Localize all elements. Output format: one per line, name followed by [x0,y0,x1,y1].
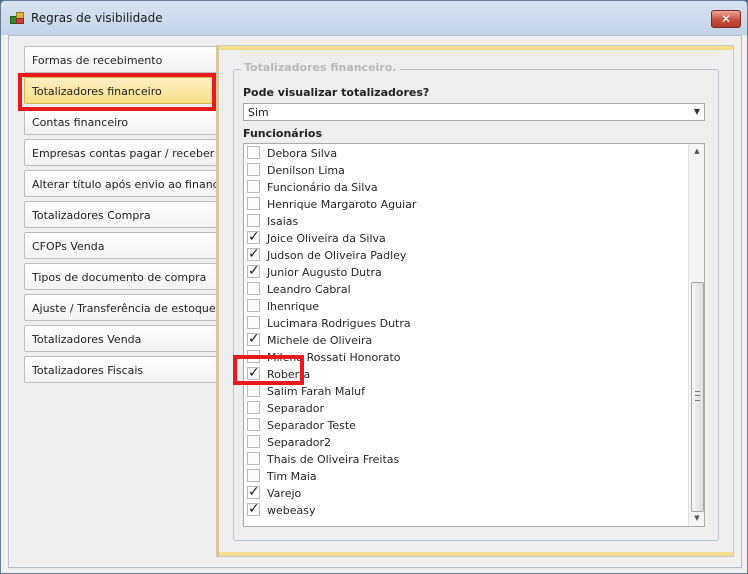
nav-item[interactable]: Formas de recebimento [24,46,221,73]
checkbox[interactable] [247,350,260,363]
employee-list-item[interactable]: Denilson Lima [244,162,684,179]
employees-checklist[interactable]: Debora Silva Denilson Lima Funcionário da … [243,143,705,527]
employee-list-item[interactable]: ✓ Junior Augusto Dutra [244,264,684,281]
vertical-scrollbar[interactable]: ▲ ▼ [688,144,704,526]
employee-list-item[interactable]: Funcionário da Silva [244,179,684,196]
employee-list-item[interactable]: Salim Farah Maluf [244,383,684,400]
employee-list-item[interactable]: ✓ Roberta [244,366,684,383]
checkbox[interactable] [247,214,260,227]
chevron-down-icon[interactable]: ▼ [694,107,700,116]
grip-icon [695,391,700,401]
employee-name: Salim Farah Maluf [267,385,365,398]
employee-list-item[interactable]: Henrique Margaroto Aguiar [244,196,684,213]
employee-name: Michele de Oliveira [267,334,373,347]
employee-list-item[interactable]: Lucimara Rodrigues Dutra [244,315,684,332]
employee-name: Judson de Oliveira Padley [267,249,407,262]
employees-label: Funcionários [243,127,323,140]
settings-panel: Totalizadores financeiro. Pode visualiza… [216,45,734,557]
employee-name: Separador [267,402,324,415]
dialog-window: Regras de visibilidade ✕ Formas de receb… [0,0,748,574]
checkbox[interactable] [247,418,260,431]
combo-value: Sim [248,106,269,119]
checkbox[interactable]: ✓ [247,230,260,244]
checkbox[interactable] [247,316,260,329]
checkbox[interactable] [247,401,260,414]
employee-list-item[interactable]: ✓ webeasy [244,502,684,519]
employee-name: Varejo [267,487,302,500]
employee-list-item[interactable]: ✓ Joice Oliveira da Silva [244,230,684,247]
group-title: Totalizadores financeiro. [241,61,400,74]
checkbox[interactable] [247,435,260,448]
nav-item[interactable]: Contas financeiro [24,108,221,135]
employee-list-item[interactable]: Separador [244,400,684,417]
employee-name: Henrique Margaroto Aguiar [267,198,417,211]
employee-list-item[interactable]: lhenrique [244,298,684,315]
employee-name: Debora Silva [267,147,338,160]
employee-name: Separador Teste [267,419,356,432]
app-icon [10,12,24,24]
employee-list-item[interactable]: Debora Silva [244,145,684,162]
scroll-up-icon[interactable]: ▲ [689,144,704,159]
employee-list-item[interactable]: Isaias [244,213,684,230]
employee-name: Tim Maia [267,470,317,483]
visualize-totals-select[interactable]: Sim ▼ [243,103,705,121]
checkbox[interactable]: ✓ [247,366,260,380]
employee-list-item[interactable]: Leandro Cabral [244,281,684,298]
nav-item[interactable]: Alterar título após envio ao financeiro [24,170,240,197]
employee-list-item[interactable]: Separador Teste [244,417,684,434]
checkbox[interactable] [247,197,260,210]
checkbox[interactable]: ✓ [247,247,260,261]
checkbox[interactable] [247,282,260,295]
employee-list-item[interactable]: Separador2 [244,434,684,451]
nav-item[interactable]: Totalizadores Venda [24,325,221,352]
employee-name: Isaias [267,215,299,228]
employee-name: Junior Augusto Dutra [267,266,382,279]
checkbox[interactable]: ✓ [247,502,260,516]
checkbox[interactable]: ✓ [247,485,260,499]
panel-top-accent [219,46,733,50]
window-title: Regras de visibilidade [31,11,163,25]
checkbox[interactable] [247,452,260,465]
employee-name: Funcionário da Silva [267,181,378,194]
nav-item[interactable]: Empresas contas pagar / receber [24,139,221,166]
checkbox[interactable]: ✓ [247,264,260,278]
employee-list-item[interactable]: Milena Rossati Honorato [244,349,684,366]
visualize-totals-label: Pode visualizar totalizadores? [243,86,430,99]
checkbox[interactable] [247,163,260,176]
employee-list-item[interactable]: ✓ Michele de Oliveira [244,332,684,349]
checkbox[interactable] [247,469,260,482]
checkbox[interactable]: ✓ [247,332,260,346]
checkbox[interactable] [247,299,260,312]
nav-item[interactable]: Tipos de documento de compra [24,263,221,290]
employee-name: Thais de Oliveira Freitas [267,453,400,466]
employee-name: webeasy [267,504,316,517]
employee-name: Leandro Cabral [267,283,351,296]
employee-list-item[interactable]: ✓ Judson de Oliveira Padley [244,247,684,264]
nav-item[interactable]: Totalizadores Fiscais [24,356,221,383]
employee-name: Lucimara Rodrigues Dutra [267,317,411,330]
employee-name: Separador2 [267,436,331,449]
employee-list-item[interactable]: Tim Maia [244,468,684,485]
nav-item[interactable]: Totalizadores financeiro [24,77,221,104]
scroll-down-icon[interactable]: ▼ [689,511,704,526]
checkbox[interactable] [247,180,260,193]
title-bar[interactable]: Regras de visibilidade ✕ [1,1,747,35]
employee-name: Roberta [267,368,311,381]
nav-item[interactable]: Ajuste / Transferência de estoque [24,294,221,321]
employee-name: Joice Oliveira da Silva [267,232,386,245]
employee-list-item[interactable]: Thais de Oliveira Freitas [244,451,684,468]
client-area: Formas de recebimento Totalizadores finan… [8,35,742,568]
employee-name: Milena Rossati Honorato [267,351,401,364]
checkbox[interactable] [247,384,260,397]
employee-name: Denilson Lima [267,164,345,177]
checkbox[interactable] [247,146,260,159]
scroll-thumb[interactable] [691,282,704,512]
nav-item[interactable]: CFOPs Venda [24,232,221,259]
nav-item[interactable]: Totalizadores Compra [24,201,221,228]
employee-list-item[interactable]: ✓ Varejo [244,485,684,502]
close-button[interactable]: ✕ [711,10,741,28]
panel-bottom-accent [219,552,733,556]
employee-name: lhenrique [267,300,320,313]
